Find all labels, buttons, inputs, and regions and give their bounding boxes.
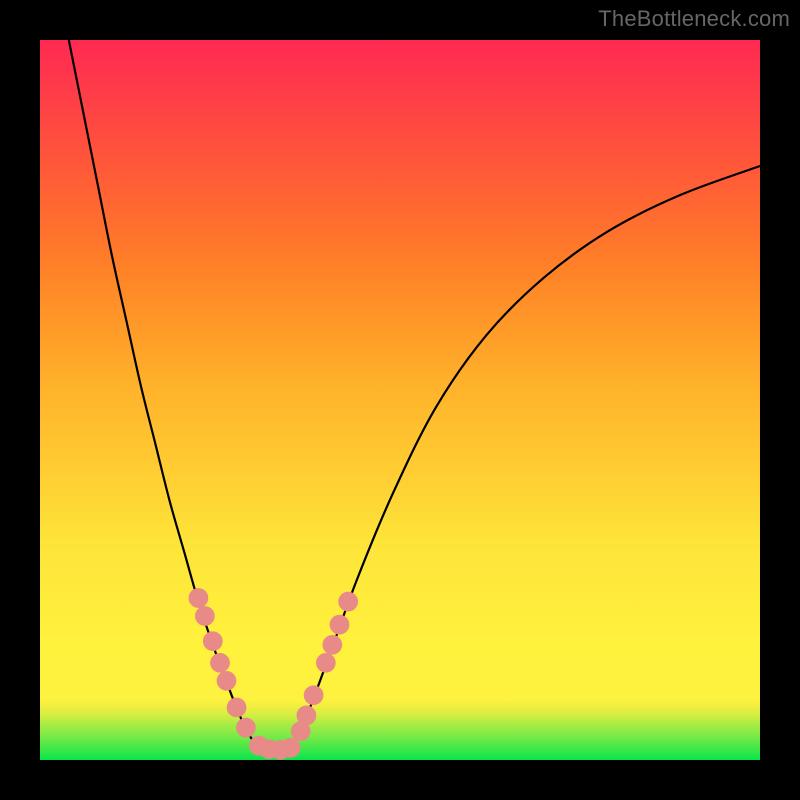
curve-marker — [339, 592, 358, 611]
curve-marker — [196, 607, 215, 626]
curve-marker — [316, 653, 335, 672]
curve-right-branch — [292, 166, 760, 747]
chart-canvas: TheBottleneck.com — [0, 0, 800, 800]
curve-marker — [227, 698, 246, 717]
curve-marker — [323, 635, 342, 654]
watermark-text: TheBottleneck.com — [598, 6, 790, 32]
curve-marker — [217, 671, 236, 690]
curve-marker — [304, 686, 323, 705]
curve-marker-group — [189, 589, 357, 760]
curve-marker — [237, 718, 256, 737]
plot-area — [40, 40, 760, 760]
curve-marker — [281, 738, 300, 757]
curve-marker — [189, 589, 208, 608]
curve-left-branch — [69, 40, 256, 746]
curve-marker — [203, 632, 222, 651]
curve-marker — [211, 653, 230, 672]
curve-marker — [297, 706, 316, 725]
curve-marker — [330, 615, 349, 634]
chart-svg — [40, 40, 760, 760]
